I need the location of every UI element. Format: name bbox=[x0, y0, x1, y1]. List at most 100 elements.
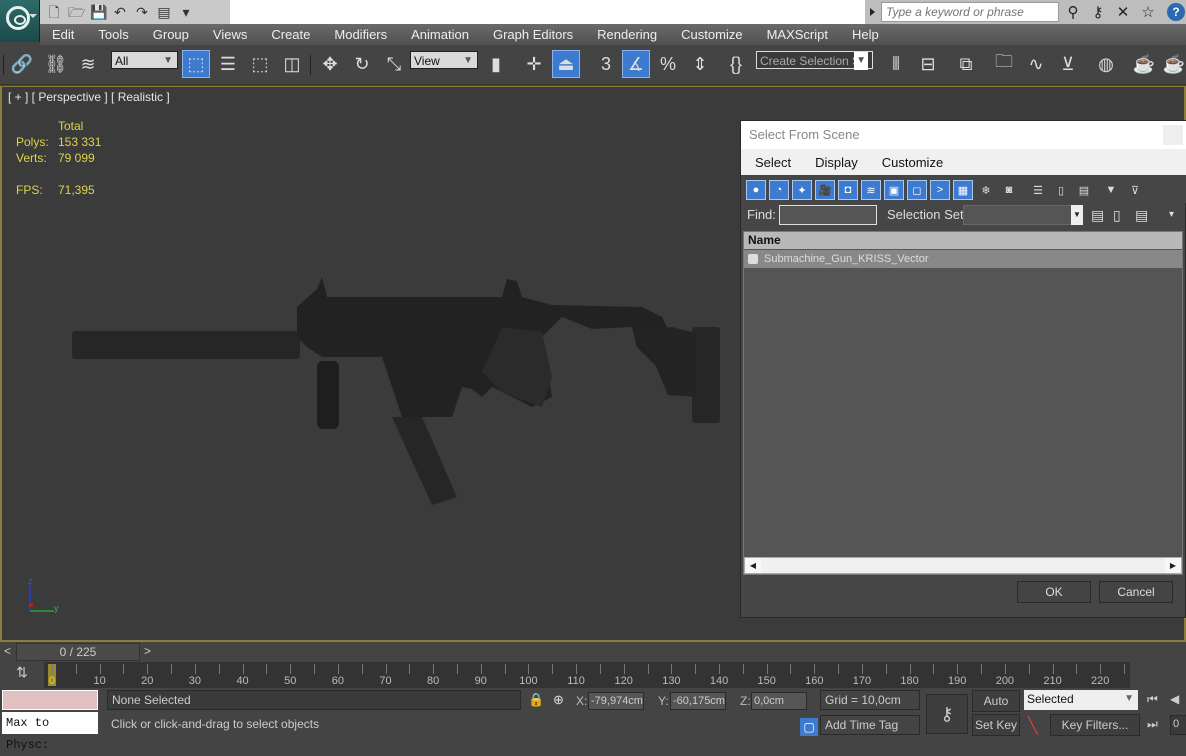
display-xrefs-icon[interactable]: ◻ bbox=[907, 180, 927, 200]
lock-selection-icon[interactable]: 🔒 bbox=[528, 692, 544, 708]
select-all-icon[interactable]: ▤ bbox=[1091, 207, 1104, 224]
display-all-icon[interactable]: ☰ bbox=[1028, 180, 1048, 200]
menu-edit[interactable]: Edit bbox=[40, 27, 86, 42]
layer-explorer-icon[interactable]: ⧉ bbox=[952, 50, 980, 78]
scale-icon[interactable]: ⤡ bbox=[380, 50, 408, 78]
select-invert-icon[interactable]: ▤ bbox=[1135, 207, 1148, 224]
maxscript-listener-input[interactable]: Max to Physc: bbox=[2, 712, 98, 752]
chevron-down-icon[interactable]: ▼ bbox=[1071, 205, 1083, 225]
keyboard-shortcut-override-button[interactable]: ⏏ bbox=[552, 50, 580, 78]
track-bar[interactable]: 0 10 20 30 40 50 60 70 80 90 100 110 120 130 140 150 160… bbox=[44, 662, 1130, 688]
menu-group[interactable]: Group bbox=[141, 27, 201, 42]
prev-frame-button[interactable]: < bbox=[4, 644, 11, 658]
key-mode-pen-icon[interactable]: ╲ bbox=[1028, 716, 1038, 736]
kriss-vector-model[interactable] bbox=[72, 277, 732, 507]
display-hidden-icon[interactable]: ◙ bbox=[999, 180, 1019, 200]
add-time-tag-button[interactable]: Add Time Tag bbox=[820, 715, 920, 735]
next-frame-button[interactable]: > bbox=[144, 644, 151, 658]
time-tag-icon[interactable]: ▢ bbox=[800, 718, 818, 736]
y-coordinate-field[interactable]: -60,175cm bbox=[670, 692, 726, 710]
set-key-button[interactable]: Set Key bbox=[972, 714, 1020, 736]
link-icon[interactable]: 🔗 bbox=[8, 50, 36, 78]
select-none-icon[interactable]: ▯ bbox=[1113, 207, 1121, 224]
manipulate-icon[interactable]: ✛ bbox=[520, 50, 548, 78]
options-dropdown-icon[interactable]: ▾ bbox=[1169, 209, 1174, 220]
auto-key-button[interactable]: Auto Key bbox=[972, 690, 1020, 728]
invert-display-icon[interactable]: ▤ bbox=[1074, 180, 1094, 200]
previous-frame-icon[interactable]: ◀ bbox=[1170, 692, 1179, 706]
scene-object-list[interactable]: Name Submachine_Gun_KRISS_Vector ◀ ▶ bbox=[743, 231, 1183, 575]
filter-options-icon[interactable]: ⊽ bbox=[1125, 180, 1145, 200]
menu-tools[interactable]: Tools bbox=[86, 27, 140, 42]
percent-snap-icon[interactable]: % bbox=[654, 50, 682, 78]
set-keys-button[interactable]: ⚷ bbox=[926, 694, 968, 734]
menu-animation[interactable]: Animation bbox=[399, 27, 481, 42]
selection-set-select[interactable] bbox=[963, 205, 1083, 225]
align-icon[interactable]: ⊟ bbox=[914, 50, 942, 78]
curve-editor-icon[interactable]: ∿ bbox=[1022, 50, 1050, 78]
absolute-mode-icon[interactable]: ⊕ bbox=[553, 692, 564, 708]
snaps-toggle-icon[interactable]: 3 bbox=[592, 50, 620, 78]
display-helpers-icon[interactable]: ◘ bbox=[838, 180, 858, 200]
new-file-icon[interactable]: 🗋 bbox=[46, 4, 62, 20]
undo-icon[interactable]: ↶ bbox=[112, 4, 128, 20]
cancel-button[interactable]: Cancel bbox=[1099, 581, 1173, 603]
angle-snap-button[interactable]: ∡ bbox=[622, 50, 650, 78]
menu-graph-editors[interactable]: Graph Editors bbox=[481, 27, 585, 42]
dialog-menu-customize[interactable]: Customize bbox=[868, 155, 953, 170]
display-cameras-icon[interactable]: 🎥 bbox=[815, 180, 835, 200]
menu-modifiers[interactable]: Modifiers bbox=[322, 27, 399, 42]
open-folder-icon[interactable]: 🗁 bbox=[68, 4, 85, 20]
rectangular-selection-icon[interactable]: ⬚ bbox=[246, 50, 274, 78]
mini-curve-editor-icon[interactable]: ⇅ bbox=[8, 664, 36, 686]
pivot-center-icon[interactable]: ▮ bbox=[482, 50, 510, 78]
time-slider[interactable]: 0 / 225 bbox=[16, 643, 140, 661]
display-shapes-icon[interactable]: ◔ bbox=[769, 180, 789, 200]
dialog-title[interactable]: Select From Scene bbox=[741, 121, 1186, 149]
display-containers-icon[interactable]: ▦ bbox=[953, 180, 973, 200]
scroll-left-icon[interactable]: ◀ bbox=[745, 558, 761, 573]
go-to-start-icon[interactable]: ⏮ bbox=[1147, 692, 1158, 707]
viewport-label[interactable]: [ + ] [ Perspective ] [ Realistic ] bbox=[8, 90, 170, 104]
maxscript-listener-output[interactable] bbox=[2, 690, 98, 710]
filter-icon[interactable]: ▼ bbox=[1101, 180, 1121, 200]
menu-create[interactable]: Create bbox=[259, 27, 322, 42]
mirror-icon[interactable]: ⫴ bbox=[882, 50, 910, 78]
bind-space-warp-icon[interactable]: ≋ bbox=[74, 50, 102, 78]
key-filters-button[interactable]: Key Filters... bbox=[1050, 714, 1140, 736]
render-frame-icon[interactable]: ☕ bbox=[1160, 50, 1186, 78]
dialog-menu-display[interactable]: Display bbox=[801, 155, 868, 170]
display-none-icon[interactable]: ▯ bbox=[1051, 180, 1071, 200]
move-icon[interactable]: ✥ bbox=[316, 50, 344, 78]
expand-arrow-icon[interactable] bbox=[870, 8, 875, 16]
select-object-button[interactable]: ⬚ bbox=[182, 50, 210, 78]
redo-icon[interactable]: ↷ bbox=[134, 4, 150, 20]
customize-dropdown-icon[interactable]: ▾ bbox=[178, 4, 194, 20]
search-input[interactable] bbox=[881, 2, 1059, 22]
rotate-icon[interactable]: ↻ bbox=[348, 50, 376, 78]
material-editor-icon[interactable]: ◍ bbox=[1092, 50, 1120, 78]
display-bones-icon[interactable]: > bbox=[930, 180, 950, 200]
binoculars-icon[interactable]: ⚲ bbox=[1062, 3, 1084, 21]
project-folder-icon[interactable]: ▤ bbox=[156, 4, 172, 20]
edit-named-selection-icon[interactable]: {} bbox=[722, 50, 750, 78]
menu-customize[interactable]: Customize bbox=[669, 27, 754, 42]
list-item[interactable]: Submachine_Gun_KRISS_Vector bbox=[744, 250, 1182, 268]
toolbar-grip[interactable] bbox=[3, 55, 4, 75]
reference-coordinate-select[interactable]: View ▼ bbox=[410, 51, 478, 69]
menu-views[interactable]: Views bbox=[201, 27, 259, 42]
window-crossing-icon[interactable]: ◫ bbox=[278, 50, 306, 78]
select-by-name-icon[interactable]: ☰ bbox=[214, 50, 242, 78]
help-icon[interactable]: ? bbox=[1167, 3, 1185, 21]
dialog-menu-select[interactable]: Select bbox=[741, 155, 801, 170]
key-mode-select[interactable]: Selected ▼ bbox=[1024, 690, 1138, 710]
menu-help[interactable]: Help bbox=[840, 27, 891, 42]
scroll-right-icon[interactable]: ▶ bbox=[1165, 558, 1181, 573]
named-selection-sets-select[interactable]: Create Selection Se ▼ bbox=[756, 51, 873, 70]
menu-rendering[interactable]: Rendering bbox=[585, 27, 669, 42]
display-geometry-icon[interactable]: ● bbox=[746, 180, 766, 200]
display-groups-icon[interactable]: ▣ bbox=[884, 180, 904, 200]
schematic-view-icon[interactable]: ⊻ bbox=[1054, 50, 1082, 78]
scene-explorer-icon[interactable]: 🗀 bbox=[990, 50, 1018, 78]
display-lights-icon[interactable]: ✦ bbox=[792, 180, 812, 200]
